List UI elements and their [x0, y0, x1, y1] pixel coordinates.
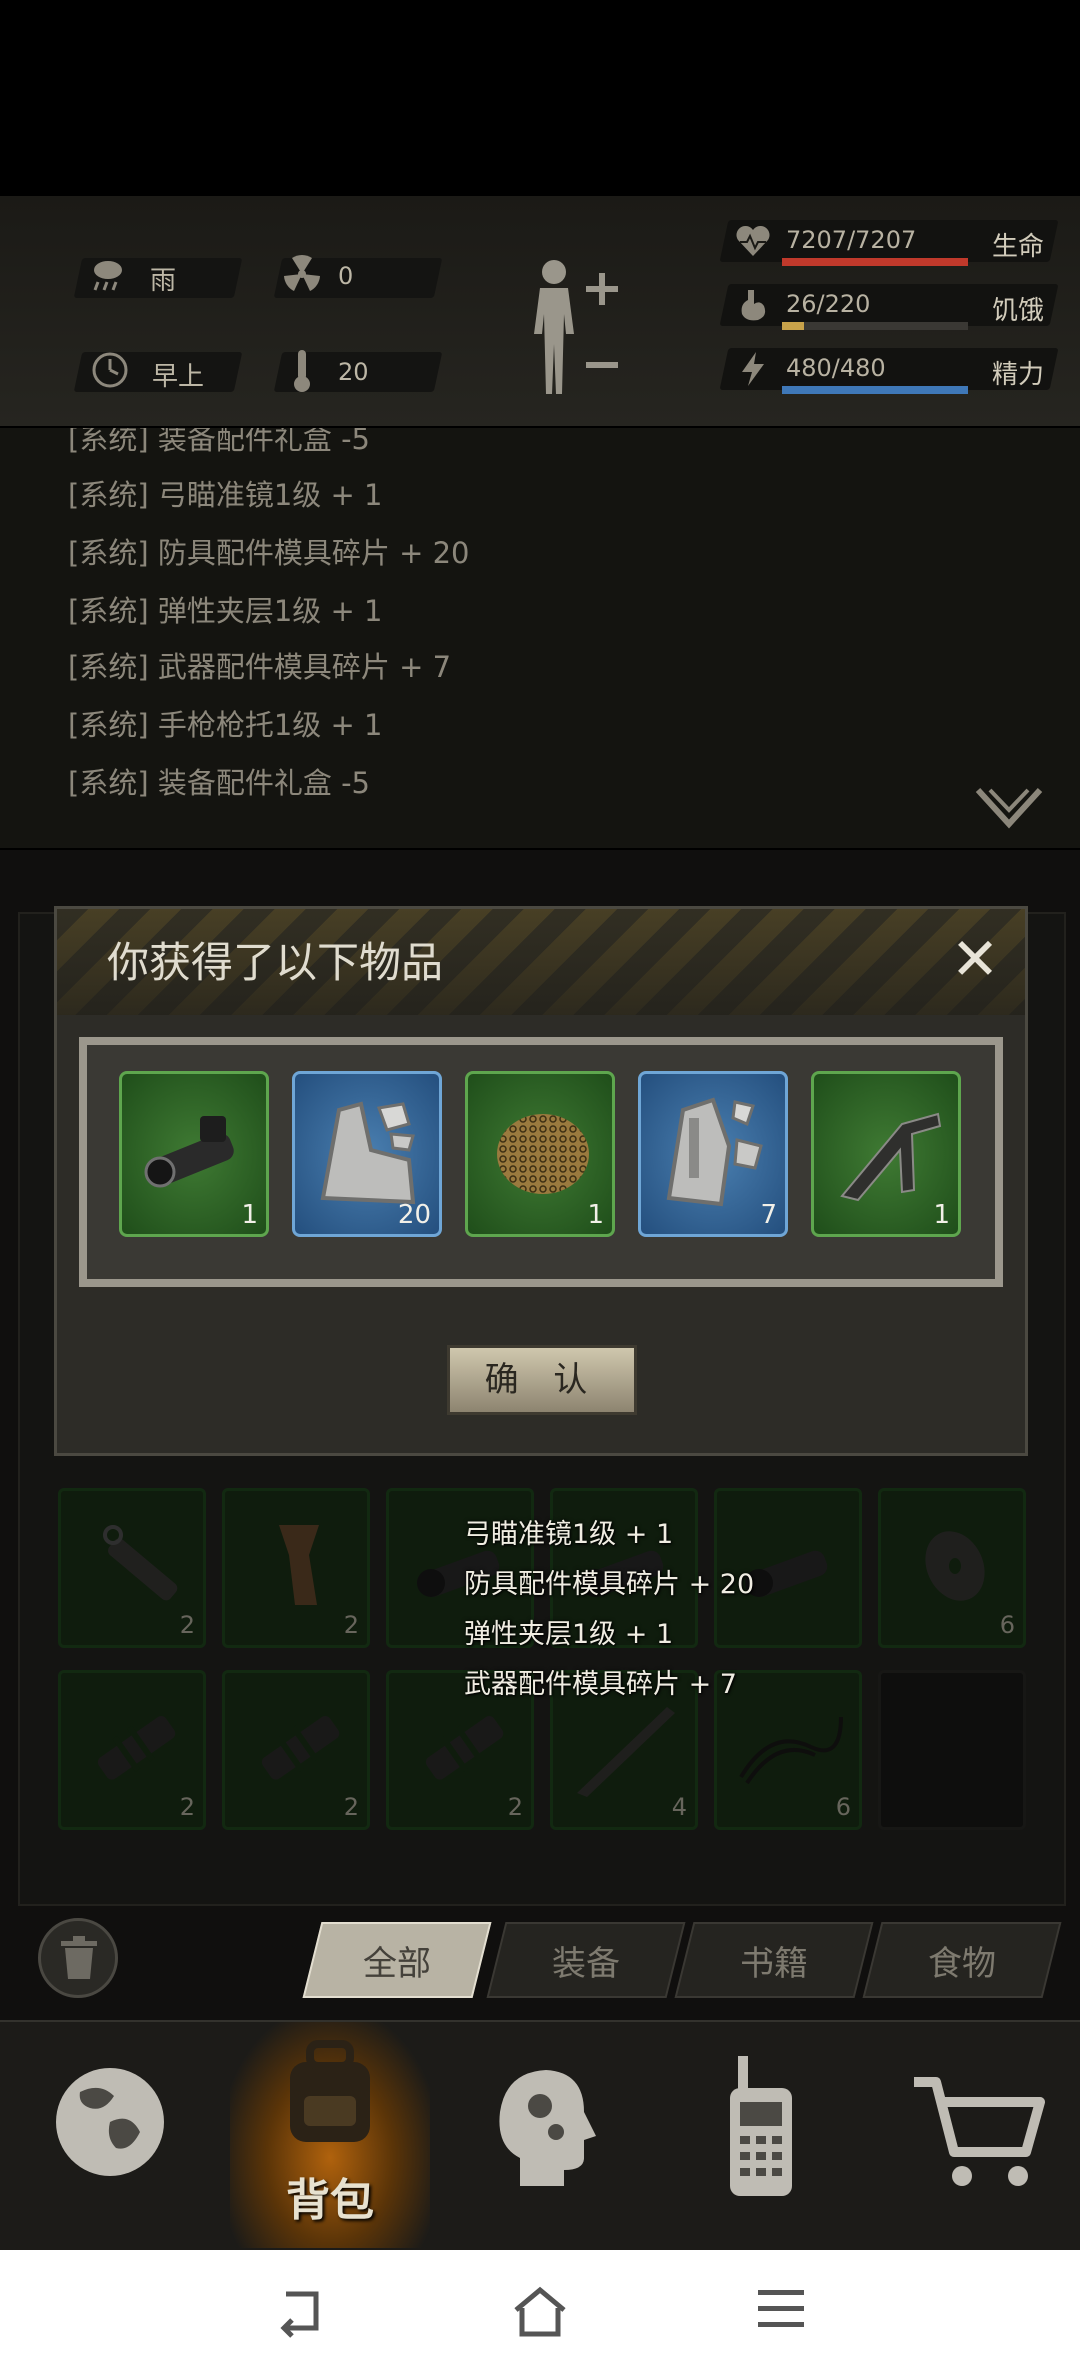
- nav-backpack-label: 背包: [286, 2175, 374, 2226]
- trash-button[interactable]: [38, 1918, 118, 1998]
- armor-mold-fragment-icon: [320, 1101, 416, 1205]
- radiation-value: 0: [338, 262, 354, 290]
- scope-icon: [144, 1116, 234, 1188]
- log-line: [系统] 装备配件礼盒 -5: [68, 428, 370, 456]
- tab-equipment-label: 装备: [552, 1944, 620, 1984]
- head-gears-icon: [499, 2070, 596, 2186]
- nav-world[interactable]: [10, 2022, 210, 2248]
- popup-title: 你获得了以下物品: [107, 938, 444, 987]
- rain-cloud-icon: [88, 254, 128, 294]
- energy-bar: [782, 386, 968, 394]
- reward-notice: 防具配件模具碎片 + 20: [464, 1569, 755, 1600]
- log-line: [系统] 防具配件模具碎片 + 20: [68, 536, 470, 570]
- reward-item[interactable]: 7: [638, 1071, 788, 1237]
- log-line: [系统] 装备配件礼盒 -5: [68, 766, 370, 800]
- health-bar: [782, 258, 968, 266]
- menu-icon[interactable]: [756, 2284, 806, 2334]
- temperature-value: 20: [338, 358, 369, 386]
- clock-icon: [90, 350, 130, 390]
- hunger-bar: [782, 322, 804, 330]
- log-line: [系统] 手枪枪托1级 + 1: [68, 708, 383, 742]
- health-label: 生命: [992, 232, 1045, 262]
- pistol-stock-icon: [840, 1112, 942, 1202]
- globe-icon: [56, 2068, 164, 2176]
- log-line: [系统] 武器配件模具碎片 + 7: [68, 650, 452, 684]
- tab-books-label: 书籍: [740, 1944, 808, 1984]
- weather-text: 雨: [150, 266, 177, 296]
- time-of-day-text: 早上: [152, 362, 205, 392]
- elastic-mesh-icon: [497, 1114, 589, 1194]
- trash-icon: [61, 1936, 97, 1979]
- log-line: [系统] 弹性夹层1级 + 1: [68, 594, 383, 628]
- reward-item[interactable]: 1: [119, 1071, 269, 1237]
- reward-notice: 弹性夹层1级 + 1: [464, 1619, 674, 1650]
- hunger-text: 26/220: [786, 290, 871, 318]
- nav-character[interactable]: [440, 2022, 640, 2248]
- radiation-icon: [282, 254, 322, 294]
- reward-notice: 弓瞄准镜1级 + 1: [464, 1519, 674, 1550]
- lightning-icon: [734, 350, 772, 388]
- reward-count: 20: [397, 1200, 431, 1230]
- reward-item[interactable]: 1: [811, 1071, 961, 1237]
- reward-item[interactable]: 20: [292, 1071, 442, 1237]
- body-status-icon[interactable]: [520, 254, 630, 404]
- close-icon[interactable]: ✕: [945, 929, 1005, 989]
- reward-items-box: 1 20 1 7 1: [79, 1037, 1003, 1287]
- weapon-mold-fragment-icon: [666, 1097, 763, 1207]
- tab-food-label: 食物: [928, 1944, 996, 1984]
- reward-popup: 你获得了以下物品 ✕ 1 20 1 7 1 确 认: [54, 906, 1028, 1456]
- stomach-icon: [734, 286, 772, 324]
- hunger-bar-track: [782, 322, 968, 330]
- home-icon[interactable]: [510, 2284, 570, 2340]
- back-icon[interactable]: [272, 2284, 328, 2340]
- energy-label: 精力: [992, 360, 1045, 390]
- nav-shop[interactable]: [870, 2022, 1070, 2248]
- expand-log-chevron-icon[interactable]: [974, 786, 1044, 830]
- reward-count: 1: [241, 1200, 258, 1230]
- backpack-icon: [290, 2040, 370, 2142]
- reward-count: 1: [933, 1200, 950, 1230]
- heartbeat-icon: [734, 222, 772, 260]
- status-header: 雨 0 早上 20 7207/7207 生命 26/220 饥饿 480/480…: [0, 196, 1080, 426]
- reward-count: 7: [760, 1200, 777, 1230]
- thermometer-icon: [290, 346, 314, 394]
- tab-all-label: 全部: [363, 1944, 431, 1984]
- reward-items-inner: 1 20 1 7 1: [87, 1045, 995, 1279]
- cart-icon: [914, 2077, 1045, 2186]
- message-log[interactable]: [系统] 装备配件礼盒 -5 [系统] 弓瞄准镜1级 + 1 [系统] 防具配件…: [0, 428, 1080, 848]
- nav-radio[interactable]: [660, 2022, 860, 2248]
- energy-text: 480/480: [786, 354, 886, 382]
- reward-notice: 武器配件模具碎片 + 7: [464, 1669, 737, 1700]
- log-line: [系统] 弓瞄准镜1级 + 1: [68, 478, 383, 512]
- system-nav-bar: [0, 2250, 1080, 2376]
- hunger-label: 饥饿: [992, 296, 1045, 326]
- confirm-button[interactable]: 确 认: [447, 1345, 637, 1415]
- reward-item[interactable]: 1: [465, 1071, 615, 1237]
- reward-count: 1: [587, 1200, 604, 1230]
- radio-icon: [730, 2056, 792, 2196]
- health-text: 7207/7207: [786, 226, 917, 254]
